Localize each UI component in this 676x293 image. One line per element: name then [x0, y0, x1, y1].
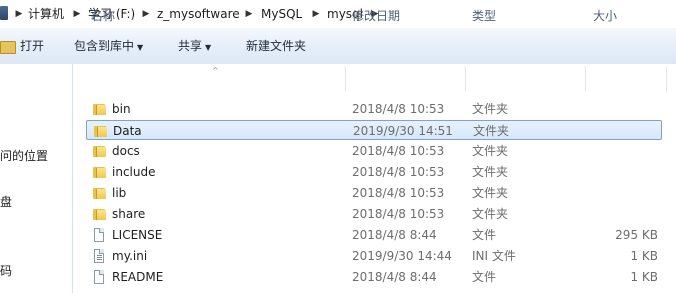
column-type[interactable]: 类型: [472, 8, 496, 24]
file-modified-date: 2018/4/8 8:44: [352, 228, 437, 242]
file-icon: [94, 270, 104, 284]
file-modified-date: 2018/4/8 10:53: [352, 207, 445, 221]
file-modified-date: 2018/4/8 10:53: [352, 144, 445, 158]
file-row[interactable]: Data 2019/9/30 14:51 文件夹: [86, 120, 662, 140]
folder-icon: [93, 145, 106, 157]
file-row[interactable]: share 2018/4/8 10:53 文件夹: [86, 204, 662, 224]
nav-item-other[interactable]: 码: [0, 263, 12, 279]
file-name: LICENSE: [112, 228, 163, 242]
file-name: share: [112, 207, 146, 221]
share-label: 共享: [178, 39, 203, 53]
file-type: 文件: [472, 228, 497, 242]
file-name: lib: [112, 186, 127, 200]
file-row[interactable]: docs 2018/4/8 10:53 文件夹: [86, 141, 662, 161]
file-name: my.ini: [112, 249, 148, 263]
breadcrumb-z-mysoftware[interactable]: z_mysoftware: [157, 6, 240, 22]
folder-icon: [93, 166, 106, 178]
column-divider[interactable]: [345, 66, 346, 92]
folder-icon: [93, 208, 106, 220]
column-divider[interactable]: [465, 66, 466, 92]
file-name: include: [112, 165, 156, 179]
nav-item-recent-places[interactable]: 问的位置: [0, 148, 48, 164]
file-row[interactable]: README 2018/4/8 8:44 文件 1 KB: [86, 267, 662, 287]
file-row[interactable]: lib 2018/4/8 10:53 文件夹: [86, 183, 662, 203]
file-modified-date: 2018/4/8 10:53: [352, 102, 445, 116]
file-icon: [94, 228, 104, 242]
column-divider[interactable]: [666, 66, 667, 92]
column-size[interactable]: 大小: [593, 8, 617, 24]
new-folder-button[interactable]: 新建文件夹: [246, 38, 306, 54]
chevron-down-icon: ▼: [205, 43, 212, 52]
breadcrumb-mysql-parent[interactable]: MySQL: [261, 6, 302, 22]
file-modified-date: 2018/4/8 8:44: [352, 270, 437, 284]
nav-item-drive[interactable]: 盘: [0, 194, 12, 210]
breadcrumb-separator[interactable]: ▶: [141, 6, 151, 22]
folder-icon: [93, 187, 106, 199]
open-button[interactable]: 打开: [20, 38, 44, 54]
file-name: bin: [112, 102, 131, 116]
computer-icon: [0, 6, 8, 20]
file-row[interactable]: my.ini 2019/9/30 14:44 INI 文件 1 KB: [86, 246, 662, 266]
file-type: 文件夹: [472, 186, 509, 200]
file-modified-date: 2019/9/30 14:51: [353, 124, 453, 138]
file-type: 文件: [472, 270, 497, 284]
file-type: 文件夹: [473, 124, 510, 138]
include-in-library-button[interactable]: 包含到库中 ▼: [74, 38, 143, 54]
breadcrumb-computer[interactable]: 计算机: [28, 6, 64, 22]
file-type: 文件夹: [472, 165, 509, 179]
chevron-down-icon: ▼: [137, 43, 144, 52]
file-name: docs: [112, 144, 140, 158]
column-modified[interactable]: 修改日期: [352, 8, 400, 24]
file-modified-date: 2019/9/30 14:44: [352, 249, 452, 263]
file-row[interactable]: include 2018/4/8 10:53 文件夹: [86, 162, 662, 182]
file-type: 文件夹: [472, 207, 509, 221]
file-modified-date: 2018/4/8 10:53: [352, 186, 445, 200]
sort-ascending-icon: ^: [212, 66, 219, 75]
command-bar: 打开 包含到库中 ▼ 共享 ▼ 新建文件夹: [0, 28, 676, 65]
ini-file-icon: [94, 249, 104, 263]
column-name[interactable]: 名称: [91, 8, 115, 24]
file-row[interactable]: bin 2018/4/8 10:53 文件夹: [86, 99, 662, 119]
file-row[interactable]: LICENSE 2018/4/8 8:44 文件 295 KB: [86, 225, 662, 245]
open-folder-icon: [0, 41, 16, 54]
breadcrumb-separator[interactable]: ▶: [14, 6, 24, 22]
breadcrumb-separator[interactable]: ▶: [311, 6, 321, 22]
folder-icon: [93, 103, 106, 115]
file-type: INI 文件: [472, 249, 516, 263]
breadcrumb-separator[interactable]: ▶: [244, 6, 254, 22]
folder-icon: [94, 125, 107, 137]
column-divider[interactable]: [585, 66, 586, 92]
file-name: Data: [113, 124, 142, 138]
file-name: README: [112, 270, 164, 284]
file-modified-date: 2018/4/8 10:53: [352, 165, 445, 179]
file-size: 1 KB: [630, 270, 658, 284]
navigation-pane[interactable]: 问的位置 盘 码: [0, 64, 73, 293]
file-type: 文件夹: [472, 144, 509, 158]
file-type: 文件夹: [472, 102, 509, 116]
breadcrumb-separator[interactable]: ▶: [72, 6, 82, 22]
share-button[interactable]: 共享 ▼: [178, 38, 211, 54]
include-in-library-label: 包含到库中: [74, 39, 135, 53]
file-size: 295 KB: [615, 228, 658, 242]
file-size: 1 KB: [630, 249, 658, 263]
